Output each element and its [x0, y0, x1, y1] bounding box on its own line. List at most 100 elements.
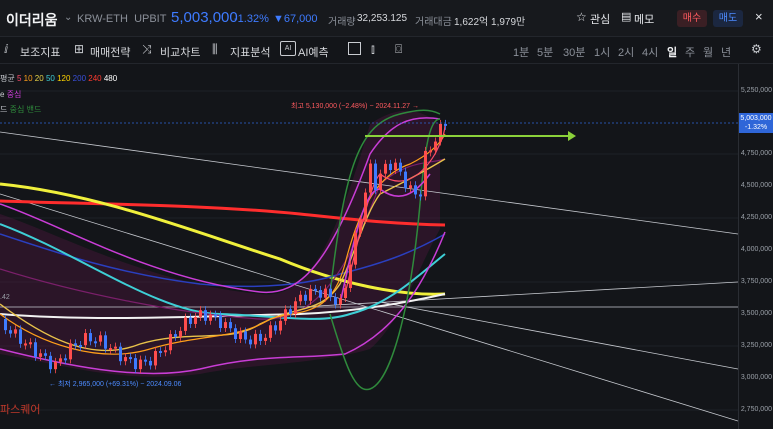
candle-body [89, 333, 92, 342]
close-icon[interactable]: × [755, 9, 763, 24]
candle-body [354, 232, 357, 265]
candle-body [84, 333, 87, 346]
tf-5m[interactable]: 5분 [537, 44, 553, 60]
toolbar-ai[interactable]: AI예측 [298, 44, 329, 60]
candle-body [439, 123, 442, 142]
candle-body [279, 320, 282, 331]
candle-body [114, 346, 117, 349]
star-icon[interactable]: ☆ [576, 10, 587, 24]
toolbar-analysis[interactable]: 지표분석 [230, 44, 270, 60]
candle-body [269, 325, 272, 338]
candle-body [174, 334, 177, 337]
candle-body [319, 290, 322, 298]
candle-body [189, 317, 192, 324]
compare-icon: ⤨ [142, 42, 152, 56]
favorite-button[interactable]: 관심 [590, 11, 610, 27]
settings-gear-icon[interactable]: ⚙ [751, 42, 762, 56]
high-annotation: 최고 5,130,000 (−2.48%) − 2024.11.27 → [291, 103, 419, 110]
candle-body [54, 361, 57, 370]
tf-1h[interactable]: 1시 [594, 44, 610, 60]
low-annotation: ← 최저 2,965,000 (+69.31%) − 2024.09.06 [49, 381, 182, 388]
sell-button[interactable]: 매도 [713, 10, 743, 27]
candle-body [259, 333, 262, 341]
candle-body [34, 342, 37, 357]
candle-body [329, 288, 332, 298]
candle-body [324, 288, 327, 298]
candle-body [254, 333, 257, 345]
candle-body [94, 341, 97, 344]
candle-body [359, 219, 362, 233]
chevron-down-icon[interactable]: ⌄ [64, 12, 72, 23]
band-legend: 드 중심 밴드 [0, 105, 42, 114]
candle-body [204, 310, 207, 321]
candle-body [69, 343, 72, 360]
change-amount: ▼67,000 [273, 13, 318, 25]
candle-body [134, 358, 137, 370]
candle-body [209, 314, 212, 321]
candle-body [294, 301, 297, 315]
indicator-icon: ⅈ [4, 42, 9, 56]
memo-button[interactable]: 메모 [634, 11, 654, 27]
change-percent: -1.32% [234, 13, 269, 25]
checkbox-icon[interactable] [348, 42, 361, 55]
toolbar-indicators[interactable]: 보조지표 [20, 44, 60, 60]
tf-2h[interactable]: 2시 [618, 44, 634, 60]
candle-body [229, 322, 232, 329]
candle-body [219, 315, 222, 329]
candle-body [224, 322, 227, 329]
top-bar: 이더리움 ⌄ KRW-ETH UPBIT 5,003,000 -1.32% ▼6… [0, 0, 773, 37]
current-price: 5,003,000 [171, 9, 238, 26]
axis-tick: 3,000,000 [740, 374, 772, 381]
tf-month[interactable]: 월 [703, 44, 713, 60]
candle-body [109, 348, 112, 351]
candle-body [429, 150, 432, 153]
candle-body [164, 350, 167, 353]
candle-body [444, 123, 447, 126]
memo-icon[interactable]: ▤ [621, 10, 631, 23]
coin-name[interactable]: 이더리움 [6, 10, 58, 30]
candle-body [274, 325, 277, 331]
candle-body [244, 331, 247, 340]
ma-legend: 평균 5 10 20 50 120 200 240 480 [0, 74, 118, 83]
chart-toolbar: ⅈ 보조지표 ⊞ 매매전략 ⤨ 비교차트 ⫼ 지표분석 AI AI예측 ⫾ ⌼ … [0, 37, 773, 64]
price-chart[interactable] [0, 64, 738, 429]
candle-body [349, 264, 352, 289]
axis-tick: 2,750,000 [740, 406, 772, 413]
analysis-icon: ⫼ [212, 42, 218, 56]
candle-body [9, 330, 12, 334]
camera-icon[interactable]: ⌼ [395, 42, 402, 57]
candle-body [234, 328, 237, 340]
candle-body [424, 150, 427, 197]
candle-icon[interactable]: ⫾ [371, 42, 375, 57]
candle-body [434, 141, 437, 151]
candle-body [149, 360, 152, 366]
tf-4h[interactable]: 4시 [642, 44, 658, 60]
candle-body [24, 343, 27, 346]
candle-body [419, 194, 422, 197]
candle-body [384, 163, 387, 174]
pair-label: KRW-ETH UPBIT [77, 13, 167, 25]
tf-day[interactable]: 일 [667, 44, 677, 60]
candle-body [119, 346, 122, 362]
tf-year[interactable]: 년 [721, 44, 731, 60]
candle-body [194, 317, 197, 324]
candle-body [314, 288, 317, 291]
candle-body [154, 351, 157, 366]
candle-body [129, 357, 132, 360]
tf-week[interactable]: 주 [685, 44, 695, 60]
tf-30m[interactable]: 30분 [563, 44, 585, 60]
candle-body [249, 339, 252, 345]
amount-value: 1,622억 1,979만 [454, 17, 526, 28]
candle-body [184, 317, 187, 331]
axis-tick: 3,750,000 [740, 278, 772, 285]
toolbar-compare[interactable]: 비교차트 [160, 44, 200, 60]
buy-button[interactable]: 매수 [677, 10, 707, 27]
candle-body [399, 162, 402, 172]
candle-body [19, 329, 22, 344]
candle-body [214, 314, 217, 317]
tf-1m[interactable]: 1분 [513, 44, 529, 60]
current-price-tag: 5,003,000 -1.32% [739, 113, 773, 133]
toolbar-strategy[interactable]: 매매전략 [90, 44, 130, 60]
candle-body [44, 353, 47, 356]
candle-body [4, 319, 7, 331]
